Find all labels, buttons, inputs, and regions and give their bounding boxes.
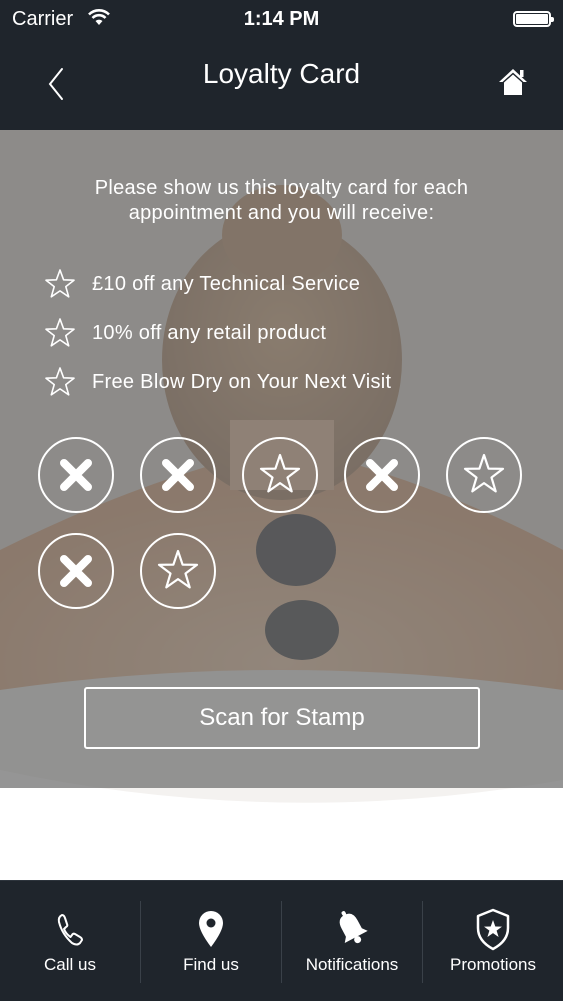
star-outline-icon (45, 269, 75, 298)
home-button[interactable] (497, 66, 529, 98)
phone-icon (57, 914, 83, 946)
star-outline-icon (45, 318, 75, 347)
stamp-slot-stamped[interactable] (38, 533, 114, 609)
tab-label: Find us (183, 955, 239, 974)
tab-label: Promotions (450, 955, 536, 974)
benefit-text: £10 off any Technical Service (92, 273, 361, 295)
cross-icon (162, 459, 194, 491)
star-icon (259, 453, 301, 493)
stamp-slot-stamped[interactable] (38, 437, 114, 513)
tab-label: Notifications (305, 955, 399, 974)
stamp-slot-stamped[interactable] (344, 437, 420, 513)
tab-bar: Call us Find us Notifications Promotions (0, 880, 563, 1001)
scan-for-stamp-button[interactable]: Scan for Stamp (84, 687, 480, 749)
stamp-slot-empty[interactable] (140, 533, 216, 609)
cross-icon (366, 459, 398, 491)
benefit-text: Free Blow Dry on Your Next Visit (92, 371, 392, 393)
stamp-slot-empty[interactable] (242, 437, 318, 513)
map-pin-icon (199, 911, 223, 947)
status-bar: Carrier 1:14 PM (0, 0, 563, 38)
loyalty-intro-text: Please show us this loyalty card for eac… (94, 177, 469, 224)
tab-find-us[interactable]: Find us (141, 881, 281, 1001)
navigation-bar: Loyalty Card (0, 38, 563, 130)
tab-call-us[interactable]: Call us (0, 881, 140, 1001)
home-icon (499, 69, 527, 95)
tab-notifications[interactable]: Notifications (282, 881, 422, 1001)
star-icon (463, 453, 505, 493)
cross-icon (60, 459, 92, 491)
stamp-slot-empty[interactable] (446, 437, 522, 513)
star-icon (157, 549, 199, 589)
tab-promotions[interactable]: Promotions (423, 881, 563, 1001)
shield-star-icon (476, 908, 510, 951)
clock: 1:14 PM (243, 8, 320, 30)
benefit-text: 10% off any retail product (92, 322, 327, 344)
loyalty-card-content: Please show us this loyalty card for eac… (0, 130, 563, 880)
bell-icon (339, 911, 368, 944)
battery-icon (513, 11, 554, 27)
cross-icon (60, 555, 92, 587)
stamp-slot-stamped[interactable] (140, 437, 216, 513)
page-title: Loyalty Card (202, 58, 361, 89)
star-outline-icon (45, 367, 75, 396)
tab-label: Call us (44, 955, 96, 974)
